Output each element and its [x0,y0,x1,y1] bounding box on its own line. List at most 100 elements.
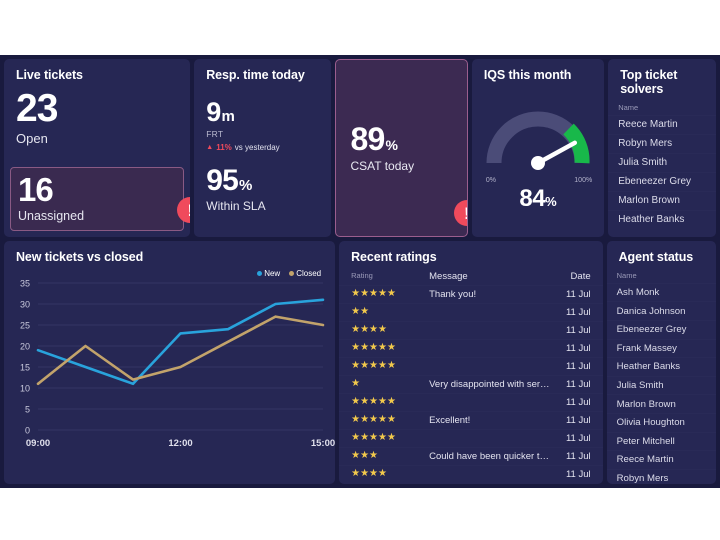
list-item[interactable]: Ash Monk [606,282,716,302]
star-rating-icon: ★★★★★ [351,288,396,300]
card-response-time[interactable]: Resp. time today 9 m FRT ▲ 11% vs yester… [194,59,332,237]
star-rating-icon: ★★★★★ [351,432,396,444]
frt-delta-value: 11% [216,142,232,152]
card-live-tickets[interactable]: Live tickets 23 Open 16 Unassigned ! [4,59,191,237]
star-rating-icon: ★★★★★ [351,414,396,426]
card-top-solvers-title: Top ticket solvers [620,68,678,96]
table-row[interactable]: ★★★★★ Thank you! 11 Jul [339,284,603,303]
card-new-vs-closed[interactable]: New tickets vs closed New Closed 0 5 10 15 20… [4,241,336,484]
unassigned-tickets-label: Unassigned [18,209,85,223]
card-iqs[interactable]: IQS this month 0% 100% 84% [471,59,605,237]
list-item[interactable]: Ebeneezer Grey [606,319,716,339]
list-item[interactable]: Ebeneezer Grey [608,171,717,191]
frt-unit: m [221,107,235,125]
frt-delta-label: vs yesterday [234,142,280,152]
rating-date: 11 Jul [565,414,591,426]
table-row[interactable]: ★★★ Could have been quicker to re... 11 Ju… [339,446,603,465]
gauge-svg [486,111,590,170]
line-chart: New Closed 0 5 10 15 20 25 30 35 09:00 12:00 15:00 [4,265,335,465]
top-solvers-column-name: Name [618,102,639,112]
table-row[interactable]: ★★★★★ 11 Jul [339,392,603,411]
card-csat[interactable]: 89 % CSAT today ! [335,59,468,237]
table-row[interactable]: ★★★★★ Excellent! 11 Jul [339,410,603,429]
list-item[interactable]: Peter Mitchell [606,431,716,451]
card-agent-status-title: Agent status [618,250,694,264]
gauge-min-label: 0% [485,176,496,184]
csat-value: 89 [350,121,385,157]
list-item[interactable]: Robyn Mers [606,468,716,484]
card-iqs-title: IQS this month [483,68,572,82]
list-item[interactable]: Robyn Mers [608,133,717,153]
table-row[interactable]: ★★★★★ 11 Jul [339,356,603,375]
iqs-value: 84 [519,184,546,212]
rating-date: 11 Jul [565,396,591,408]
x-axis-tick-label: 12:00 [168,438,192,449]
rating-date: 11 Jul [565,324,591,336]
card-new-vs-closed-title: New tickets vs closed [16,250,144,264]
star-rating-icon: ★★ [351,306,370,318]
rating-message: Very disappointed with service [429,378,557,390]
list-item[interactable]: Olivia Houghton [606,412,716,432]
star-rating-icon: ★★★★★ [351,360,396,372]
ratings-column-date: Date [570,270,591,282]
open-tickets-label: Open [16,130,48,146]
unassigned-tickets-stat[interactable]: 16 Unassigned [10,167,185,231]
star-rating-icon: ★ [351,378,361,390]
unassigned-tickets-value: 16 [18,171,54,208]
table-row[interactable]: ★★★★ 11 Jul [339,464,603,483]
rating-date: 11 Jul [565,450,591,462]
chart-series-line [36,315,325,385]
rating-date: 11 Jul [565,360,591,372]
rating-date: 11 Jul [565,378,591,390]
legend-label: New [264,268,281,278]
rating-date: 11 Jul [565,288,591,300]
card-live-tickets-title: Live tickets [16,68,83,82]
dashboard-root: Live tickets 23 Open 16 Unassigned ! Res… [0,55,720,488]
ratings-header-row: Rating Message Date [339,265,603,285]
list-item[interactable]: Danica Johnson [606,301,716,320]
table-row[interactable]: ★★★★★ 11 Jul [339,428,603,447]
list-item[interactable]: Julia Smith [606,375,716,395]
y-axis-tick-label: 5 [25,404,30,414]
card-top-solvers[interactable]: Top ticket solvers Name Reece Martin Roby… [608,59,717,237]
alert-icon[interactable]: ! [453,200,467,226]
list-item[interactable]: Marlon Brown [608,190,717,210]
csat-label: CSAT today [350,159,415,173]
legend-item[interactable]: New [257,269,280,278]
legend-swatch-icon [257,270,263,276]
sla-stat: 95 % Within SLA [194,152,331,213]
rating-date: 11 Jul [565,432,591,444]
star-rating-icon: ★★★ [351,450,379,462]
star-rating-icon: ★★★★★ [351,342,396,354]
y-axis-tick-label: 15 [20,362,30,372]
open-tickets-stat: 23 Open [4,83,190,146]
list-item[interactable]: Frank Massey [606,338,716,358]
table-row[interactable]: ★★★★★ 11 Jul [339,338,603,357]
rating-message: Thank you! [429,288,477,300]
table-row[interactable]: ★ Very disappointed with service 11 Jul [339,374,603,393]
list-item[interactable]: Julia Smith [608,152,717,172]
open-tickets-value: 23 [16,86,58,130]
card-recent-ratings[interactable]: Recent ratings Rating Message Date ★★★★★… [339,241,603,484]
list-item[interactable]: Reece Martin [606,450,716,469]
table-row[interactable]: ★★★★ 11 Jul [339,320,603,339]
chart-legend: New Closed [257,269,321,278]
sla-label: Within SLA [206,198,266,213]
sla-unit: % [239,176,253,194]
list-item[interactable]: Heather Banks [608,209,717,229]
csat-unit: % [385,137,398,153]
table-row[interactable]: ★★ 11 Jul [339,302,603,321]
chart-svg: 0 5 10 15 20 25 30 35 09:00 12:00 15:00 [20,278,335,449]
ratings-column-rating: Rating [351,270,373,280]
y-axis-tick-label: 35 [20,278,30,288]
list-item[interactable]: Reece Martin [608,114,717,134]
card-agent-status[interactable]: Agent status Name Ash Monk Danica Johnson… [606,241,716,484]
frt-stat: 9 m FRT ▲ 11% vs yesterday [194,83,331,152]
y-axis-tick-label: 0 [25,425,30,435]
trend-up-icon: ▲ [206,143,214,151]
y-axis-tick-label: 10 [20,383,30,393]
rating-message: Could have been quicker to re... [429,450,557,462]
list-item[interactable]: Marlon Brown [606,394,716,413]
list-item[interactable]: Heather Banks [606,357,716,376]
legend-item[interactable]: Closed [289,269,321,278]
